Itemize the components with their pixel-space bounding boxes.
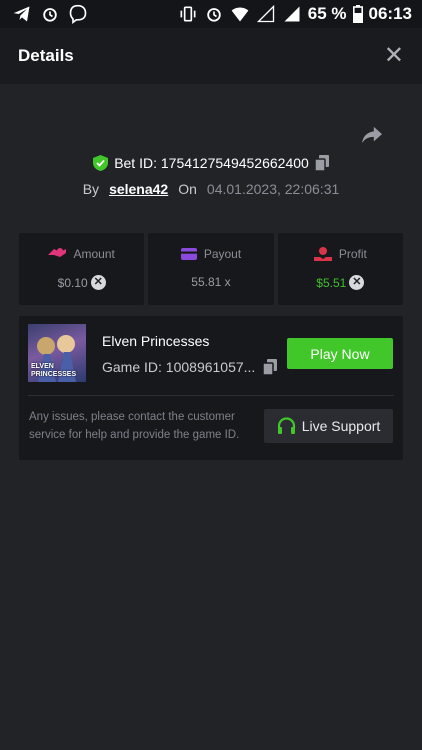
battery-percent: 65 % — [307, 4, 347, 23]
details-header: Details ✕ — [0, 28, 422, 84]
telegram-icon — [13, 6, 30, 22]
on-label: On — [178, 181, 197, 197]
signal-icon — [284, 6, 300, 22]
wifi-icon — [231, 7, 249, 22]
copy-icon[interactable] — [263, 359, 278, 375]
bet-id-row: Bet ID: 1754127549452662400 — [0, 155, 422, 171]
stat-payout-label: Payout — [203, 247, 242, 261]
viber-icon — [69, 4, 87, 24]
stat-amount-label: Amount — [73, 247, 115, 261]
page-title: Details — [18, 46, 74, 65]
status-bar: 65 % 06:13 — [0, 0, 422, 28]
stat-amount-value: $0.10 — [57, 275, 88, 290]
coins-icon — [48, 248, 67, 257]
share-icon[interactable] — [361, 125, 383, 145]
vibrate-icon — [180, 6, 196, 22]
stat-payout: Payout 55.81 x — [148, 233, 274, 305]
divider — [28, 395, 394, 396]
signal-empty-icon — [256, 4, 274, 23]
shield-check-icon — [93, 155, 109, 171]
live-support-button[interactable]: Live Support — [264, 409, 393, 443]
game-id-row: Game ID: 1008961057... — [102, 359, 278, 375]
play-now-button[interactable]: Play Now — [287, 338, 393, 369]
live-support-label: Live Support — [301, 418, 381, 434]
bet-id: Bet ID: 1754127549452662400 — [114, 155, 309, 171]
bet-stats: Amount $0.10 ✕ Payout 55.81 x Profit $5.… — [19, 233, 403, 305]
close-icon[interactable]: ✕ — [384, 44, 404, 68]
battery-icon — [352, 5, 363, 23]
stat-profit-label: Profit — [338, 247, 367, 261]
headset-icon — [277, 417, 295, 434]
clock: 06:13 — [368, 4, 412, 23]
stat-amount: Amount $0.10 ✕ — [19, 233, 145, 305]
game-id: Game ID: 1008961057... — [102, 359, 256, 375]
game-name: Elven Princesses — [102, 333, 210, 349]
copy-icon[interactable] — [314, 155, 329, 171]
game-thumbnail[interactable]: ELVEN PRINCESSES — [28, 324, 86, 382]
stat-profit-value: $5.51 — [316, 275, 347, 290]
card-icon — [180, 248, 197, 260]
game-thumb-text: ELVEN PRINCESSES — [31, 363, 77, 378]
bet-meta-row: By selena42 On 04.01.2023, 22:06:31 — [0, 181, 422, 197]
hand-coin-icon — [313, 247, 332, 261]
by-label: By — [82, 181, 100, 197]
currency-close-icon: ✕ — [349, 275, 365, 290]
currency-close-icon: ✕ — [90, 275, 106, 290]
game-card: ELVEN PRINCESSES Elven Princesses Game I… — [19, 316, 403, 460]
username-link[interactable]: selena42 — [109, 181, 168, 197]
alarm-icon — [207, 8, 221, 22]
stat-profit: Profit $5.51 ✕ — [277, 233, 403, 305]
stat-payout-value: 55.81 x — [191, 275, 231, 289]
support-hint: Any issues, please contact the customer … — [29, 411, 240, 441]
bet-date: 04.01.2023, 22:06:31 — [206, 181, 340, 197]
alarm-icon — [43, 8, 57, 22]
